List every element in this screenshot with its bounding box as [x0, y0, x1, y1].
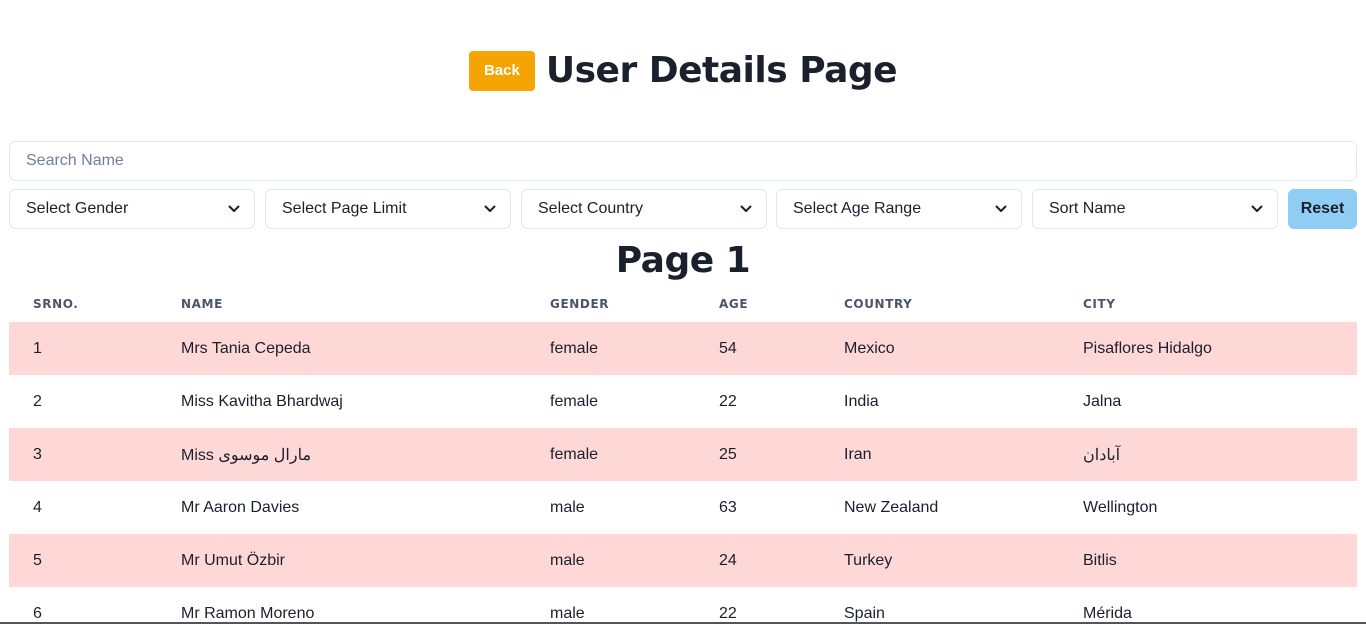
filter-bar: Select Gender Select Page Limit Select C… [9, 189, 1357, 229]
cell-name: Mr Umut Özbir [157, 534, 526, 587]
table-row: 4 Mr Aaron Davies male 63 New Zealand We… [9, 481, 1357, 534]
chevron-down-icon [484, 205, 496, 212]
table-row: 6 Mr Ramon Moreno male 22 Spain Mérida [9, 587, 1357, 624]
page-number-heading: Page 1 [615, 240, 751, 281]
cell-country: New Zealand [844, 498, 939, 516]
cell-srno: 2 [33, 392, 42, 410]
cell-country: Mexico [820, 322, 1059, 375]
cell-age: 24 [695, 534, 820, 587]
table-row: 3 Miss مارال موسوی female 25 Iran آبادان [9, 428, 1357, 481]
cell-city: Pisaflores Hidalgo [1059, 322, 1357, 375]
cell-srno: 6 [33, 604, 42, 622]
column-header-name[interactable]: NAME [157, 285, 526, 322]
column-header-city[interactable]: CITY [1059, 285, 1357, 322]
cell-gender: female [526, 428, 695, 481]
chevron-down-icon [995, 205, 1007, 212]
cell-name: Miss مارال موسوی [157, 428, 526, 481]
cell-gender: male [526, 534, 695, 587]
users-table: SRNO. NAME GENDER AGE COUNTRY CITY 1 Mrs… [9, 285, 1357, 624]
table-row: 5 Mr Umut Özbir male 24 Turkey Bitlis [9, 534, 1357, 587]
gender-select-label: Select Gender [26, 200, 129, 217]
cell-country: Iran [820, 428, 1059, 481]
cell-srno: 3 [9, 428, 157, 481]
search-input[interactable] [9, 141, 1357, 181]
age-range-select-label: Select Age Range [793, 200, 922, 217]
chevron-down-icon [1251, 205, 1263, 212]
column-header-age[interactable]: AGE [695, 285, 820, 322]
user-details-page: Back User Details Page Select Gender Sel… [0, 0, 1366, 624]
cell-age: 22 [719, 604, 737, 622]
country-select[interactable]: Select Country [521, 189, 767, 229]
cell-name: Mr Ramon Moreno [181, 604, 315, 622]
back-button[interactable]: Back [468, 50, 535, 91]
cell-country: Turkey [820, 534, 1059, 587]
table-header-row: SRNO. NAME GENDER AGE COUNTRY CITY [9, 285, 1357, 322]
chevron-down-icon [228, 205, 240, 212]
page-limit-select-label: Select Page Limit [282, 200, 407, 217]
cell-name: Mr Aaron Davies [181, 498, 300, 516]
cell-age: 63 [719, 498, 737, 516]
table-row: 1 Mrs Tania Cepeda female 54 Mexico Pisa… [9, 322, 1357, 375]
cell-country: India [844, 392, 879, 410]
gender-select[interactable]: Select Gender [9, 189, 255, 229]
cell-name: Miss Kavitha Bhardwaj [181, 392, 343, 410]
cell-srno: 5 [9, 534, 157, 587]
cell-age: 54 [695, 322, 820, 375]
column-header-gender[interactable]: GENDER [526, 285, 695, 322]
cell-srno: 4 [33, 498, 42, 516]
cell-city: Bitlis [1059, 534, 1357, 587]
table-row: 2 Miss Kavitha Bhardwaj female 22 India … [9, 375, 1357, 428]
page-title: User Details Page [545, 50, 898, 91]
cell-name: Mrs Tania Cepeda [157, 322, 526, 375]
sort-name-select[interactable]: Sort Name [1032, 189, 1278, 229]
page-header: Back User Details Page [0, 50, 1366, 91]
column-header-srno[interactable]: SRNO. [9, 285, 157, 322]
sort-name-select-label: Sort Name [1049, 200, 1126, 217]
cell-gender: female [526, 322, 695, 375]
cell-gender: male [550, 498, 585, 516]
cell-age: 22 [719, 392, 737, 410]
cell-srno: 1 [9, 322, 157, 375]
cell-age: 25 [695, 428, 820, 481]
page-limit-select[interactable]: Select Page Limit [265, 189, 511, 229]
column-header-country[interactable]: COUNTRY [820, 285, 1059, 322]
cell-city: Jalna [1083, 392, 1122, 410]
country-select-label: Select Country [538, 200, 643, 217]
reset-button[interactable]: Reset [1288, 189, 1357, 229]
cell-city: Mérida [1083, 604, 1132, 622]
cell-gender: female [550, 392, 599, 410]
age-range-select[interactable]: Select Age Range [776, 189, 1022, 229]
cell-city: آبادان [1059, 428, 1357, 481]
cell-country: Spain [844, 604, 885, 622]
chevron-down-icon [740, 205, 752, 212]
cell-gender: male [550, 604, 585, 622]
cell-city: Wellington [1083, 498, 1158, 516]
